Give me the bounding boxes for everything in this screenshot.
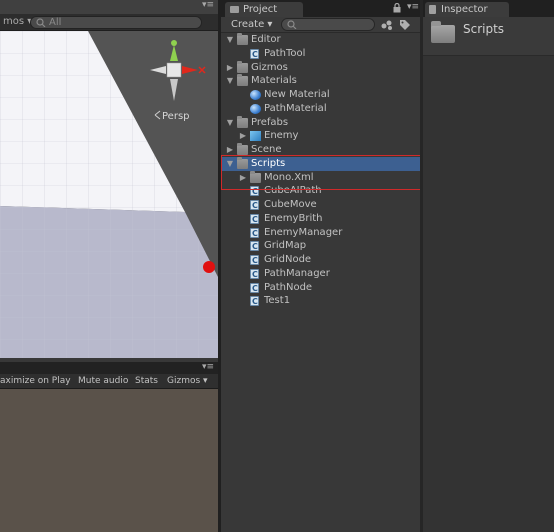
tree-item-label: EnemyBrith	[264, 212, 323, 224]
project-panel: Project ▾≡ Create ▾ ▼ Editor PathTool ▶ Gizm…	[221, 0, 420, 532]
tree-item-cubemove[interactable]: CubeMove	[221, 198, 420, 213]
script-icon	[250, 282, 259, 296]
tree-item-label: EnemyManager	[264, 226, 343, 238]
scene-viewport[interactable]: Persp	[0, 31, 218, 358]
inspector-panel: Inspector Scripts	[423, 0, 554, 532]
mute-audio-toggle[interactable]: Mute audio	[78, 374, 128, 388]
red-marker[interactable]	[203, 261, 215, 273]
tab-inspector[interactable]: Inspector	[425, 2, 509, 17]
script-icon	[250, 199, 259, 213]
maximize-on-play-toggle[interactable]: aximize on Play	[0, 374, 71, 388]
project-tab-icon	[230, 6, 239, 13]
game-view-panel: ▾≡ aximize on Play Mute audio Stats Gizm…	[0, 362, 218, 532]
tree-item-label: GridNode	[264, 254, 312, 265]
search-by-type-icon[interactable]	[381, 19, 393, 30]
lock-icon[interactable]	[393, 3, 401, 13]
tree-item-gridnode[interactable]: GridNode	[221, 253, 420, 268]
tree-item-prefabs[interactable]: ▼ Prefabs	[221, 115, 420, 130]
project-tab-label: Project	[243, 4, 278, 15]
tree-item-editor[interactable]: ▼ Editor	[221, 33, 420, 47]
tree-item-label: PathNode	[264, 281, 313, 293]
tree-item-label: PathMaterial	[264, 102, 327, 114]
tree-item-pathtool[interactable]: PathTool	[221, 47, 420, 62]
search-icon	[36, 18, 46, 27]
scene-search-input[interactable]: All	[30, 16, 202, 29]
game-tab-menu-icon[interactable]: ▾≡	[202, 362, 214, 372]
game-viewport[interactable]	[0, 389, 218, 532]
tree-item-label: New Material	[264, 89, 330, 100]
project-toolbar: Create ▾	[221, 17, 420, 33]
folder-icon	[237, 33, 248, 45]
script-icon	[250, 268, 259, 282]
expand-right-icon[interactable]: ▶	[238, 129, 248, 143]
script-icon	[250, 227, 259, 241]
project-tabbar: Project ▾≡	[221, 0, 420, 17]
tree-item-label: Test1	[264, 295, 291, 307]
folder-icon	[237, 74, 248, 87]
game-toolbar: aximize on Play Mute audio Stats Gizmos …	[0, 374, 218, 389]
tree-item-gridmap[interactable]: GridMap	[221, 239, 420, 254]
material-icon	[250, 103, 261, 114]
tab-project[interactable]: Project	[225, 2, 303, 17]
tree-item-label: Enemy	[264, 130, 299, 142]
tree-item-label: CubeMove	[264, 199, 317, 210]
scene-search-placeholder: All	[49, 17, 62, 28]
scene-toolbar: mos ▾ All	[0, 14, 218, 31]
tree-item-label: Editor	[251, 34, 281, 45]
script-icon	[250, 254, 259, 268]
stats-toggle[interactable]: Stats	[135, 374, 158, 388]
expand-down-icon[interactable]: ▼	[225, 74, 235, 88]
scene-tab-menu-icon[interactable]: ▾≡	[202, 0, 214, 10]
tree-item-label: Gizmos	[251, 61, 288, 73]
create-dropdown-button[interactable]: Create ▾	[225, 18, 278, 31]
project-menu-icon[interactable]: ▾≡	[407, 2, 419, 12]
highlight-annotation-box	[221, 155, 433, 190]
tree-item-materials[interactable]: ▼ Materials	[221, 74, 420, 88]
material-icon	[250, 90, 261, 100]
inspector-title: Scripts	[463, 22, 505, 36]
tree-item-enemy[interactable]: ▶ Enemy	[221, 129, 420, 143]
inspector-header: Scripts	[423, 17, 554, 56]
tree-item-new-material[interactable]: New Material	[221, 88, 420, 102]
tree-item-label: Materials	[251, 75, 297, 87]
folder-icon	[431, 21, 455, 43]
tree-item-label: Prefabs	[251, 116, 289, 128]
tree-item-pathmanager[interactable]: PathManager	[221, 267, 420, 282]
game-tabbar	[0, 362, 218, 374]
folder-icon	[237, 60, 248, 73]
tree-item-label: GridMap	[264, 240, 307, 252]
expand-down-icon[interactable]: ▼	[225, 116, 235, 130]
game-gizmos-dropdown[interactable]: Gizmos ▾	[167, 374, 208, 388]
persp-text: Persp	[162, 111, 190, 122]
tree-item-pathmaterial[interactable]: PathMaterial	[221, 102, 420, 116]
expand-right-icon[interactable]: ▶	[225, 61, 235, 75]
script-icon	[250, 240, 259, 254]
script-icon	[250, 48, 259, 62]
script-icon	[250, 295, 259, 309]
tree-item-enemybrith[interactable]: EnemyBrith	[221, 212, 420, 227]
tree-item-enemymanager[interactable]: EnemyManager	[221, 226, 420, 241]
search-icon	[287, 20, 297, 29]
inspector-tab-label: Inspector	[441, 4, 488, 15]
project-search-input[interactable]	[281, 18, 375, 31]
scene-view-panel: mos ▾ All ▾≡ Persp	[0, 0, 218, 358]
tree-item-pathnode[interactable]: PathNode	[221, 281, 420, 296]
info-icon	[429, 5, 436, 14]
tree-item-label: PathManager	[264, 267, 330, 279]
search-by-label-icon[interactable]	[399, 19, 411, 30]
expand-down-icon[interactable]: ▼	[225, 33, 235, 47]
tree-item-gizmos[interactable]: ▶ Gizmos	[221, 60, 420, 75]
folder-icon	[237, 115, 248, 128]
folder-icon	[237, 143, 248, 155]
tree-item-label: PathTool	[264, 47, 306, 59]
script-icon	[250, 213, 259, 227]
inspector-tabbar: Inspector	[423, 0, 554, 17]
tree-item-test1[interactable]: Test1	[221, 294, 420, 309]
prefab-icon	[250, 131, 261, 142]
